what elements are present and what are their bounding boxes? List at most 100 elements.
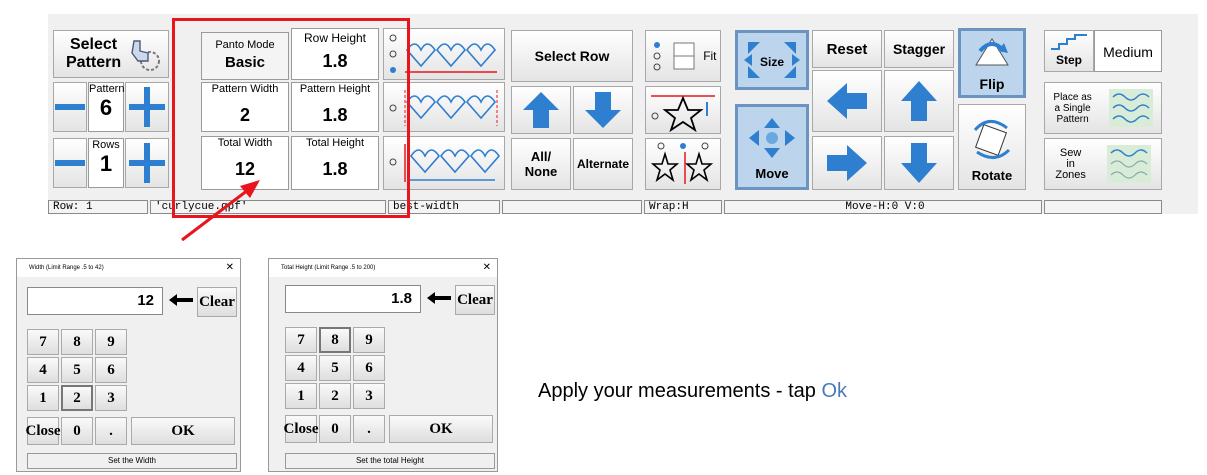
reset-label: Reset xyxy=(826,40,868,58)
status-move: Move-H:0 V:0 xyxy=(724,200,1042,214)
key-1[interactable]: 1 xyxy=(27,385,59,411)
key-decimal[interactable]: . xyxy=(353,415,385,443)
arrow-left-icon xyxy=(827,83,867,119)
linked-pattern-icon xyxy=(1108,89,1153,127)
fit-option[interactable]: Fit xyxy=(645,30,721,82)
status-row: Row: 1 xyxy=(48,200,148,214)
star-pair-icon xyxy=(650,142,714,184)
key-8[interactable]: 8 xyxy=(319,327,351,353)
patterns-increase-button[interactable] xyxy=(125,82,169,132)
key-2[interactable]: 2 xyxy=(61,385,93,411)
arrow-down-icon xyxy=(901,143,937,183)
key-4[interactable]: 4 xyxy=(285,355,317,381)
height-dialog-hint: Set the total Height xyxy=(285,453,495,469)
key-3[interactable]: 3 xyxy=(95,385,127,411)
key-4[interactable]: 4 xyxy=(27,357,59,383)
minus-icon xyxy=(55,160,85,166)
status-empty-1 xyxy=(502,200,642,214)
select-pattern-button[interactable]: Select Pattern xyxy=(53,30,169,78)
backspace-icon[interactable] xyxy=(167,293,195,312)
place-single-label: Place as a Single Pattern xyxy=(1053,91,1092,125)
move-left-button[interactable] xyxy=(812,70,882,132)
ok-link[interactable]: Ok xyxy=(821,380,847,402)
key-5[interactable]: 5 xyxy=(61,357,93,383)
move-label: Move xyxy=(755,166,789,181)
fit-label: Fit xyxy=(703,49,717,63)
move-right-button[interactable] xyxy=(812,136,882,190)
width-dialog-hint: Set the Width xyxy=(27,453,237,469)
key-3[interactable]: 3 xyxy=(353,383,385,409)
rotate-label: Rotate xyxy=(971,168,1013,183)
patterns-decrease-button[interactable] xyxy=(53,82,87,132)
star-align-icon xyxy=(651,95,715,132)
width-dialog-title: Width (Limit Range .5 to 42) xyxy=(17,259,240,277)
flip-button[interactable]: Flip xyxy=(958,28,1026,98)
flip-label: Flip xyxy=(979,75,1005,92)
key-8[interactable]: 8 xyxy=(61,329,93,355)
move-down-button[interactable] xyxy=(884,136,954,190)
height-dialog-title: Total Height (Limit Range .5 to 200) xyxy=(269,259,497,277)
stagger-button[interactable]: Stagger xyxy=(884,30,954,68)
close-icon[interactable]: ✕ xyxy=(483,262,491,273)
height-display[interactable]: 1.8 xyxy=(285,285,421,313)
key-6[interactable]: 6 xyxy=(95,357,127,383)
rows-increase-button[interactable] xyxy=(125,138,169,188)
key-0[interactable]: 0 xyxy=(61,417,93,445)
medium-field[interactable]: Medium xyxy=(1094,30,1162,72)
medium-label: Medium xyxy=(1103,44,1153,60)
close-icon[interactable]: ✕ xyxy=(226,262,234,273)
sew-in-zones-button[interactable]: Sew in Zones xyxy=(1044,138,1162,190)
alternate-button[interactable]: Alternate xyxy=(573,138,633,190)
key-decimal[interactable]: . xyxy=(95,417,127,445)
pointer-hand-icon xyxy=(131,40,160,71)
step-label: Step xyxy=(1055,53,1082,67)
rows-field[interactable]: Rows 1 xyxy=(88,138,124,188)
key-7[interactable]: 7 xyxy=(27,329,59,355)
plus-icon xyxy=(129,87,165,127)
key-1[interactable]: 1 xyxy=(285,383,317,409)
key-5[interactable]: 5 xyxy=(319,355,351,381)
status-empty-2 xyxy=(1044,200,1162,214)
key-7[interactable]: 7 xyxy=(285,327,317,353)
ok-button[interactable]: OK xyxy=(131,417,235,445)
select-row-button[interactable]: Select Row xyxy=(511,30,633,82)
size-label: Size xyxy=(759,55,784,69)
star-align-option[interactable] xyxy=(645,86,721,134)
patterns-field[interactable]: Patterns 6 xyxy=(88,82,130,132)
plus-icon xyxy=(129,143,165,183)
instruction-caption: Apply your measurements - tap Ok xyxy=(538,380,1038,403)
key-9[interactable]: 9 xyxy=(353,327,385,353)
all-none-button[interactable]: All/ None xyxy=(511,138,571,190)
clear-button[interactable]: Clear xyxy=(455,285,495,315)
key-9[interactable]: 9 xyxy=(95,329,127,355)
clear-button[interactable]: Clear xyxy=(197,287,237,317)
rotate-button[interactable]: Rotate xyxy=(958,104,1026,190)
move-up-button[interactable] xyxy=(884,70,954,132)
all-none-label: All/ None xyxy=(524,149,558,179)
place-single-pattern-button[interactable]: Place as a Single Pattern xyxy=(1044,82,1162,134)
ok-button[interactable]: OK xyxy=(389,415,493,443)
step-button[interactable]: Step xyxy=(1044,30,1094,72)
step-icon xyxy=(1051,34,1087,50)
close-button[interactable]: Close xyxy=(284,415,319,443)
rows-decrease-button[interactable] xyxy=(53,138,87,188)
instruction-text: Apply your measurements - tap xyxy=(538,380,822,402)
total-height-dialog: Total Height (Limit Range .5 to 200) ✕ 1… xyxy=(268,258,498,472)
move-button[interactable]: Move xyxy=(735,104,809,190)
size-button[interactable]: Size xyxy=(735,30,809,90)
rows-label: Rows xyxy=(92,139,120,151)
width-display[interactable]: 12 xyxy=(27,287,163,315)
zone-pattern-icon xyxy=(1106,145,1151,183)
fit-box-icon xyxy=(673,42,695,70)
key-6[interactable]: 6 xyxy=(353,355,385,381)
backspace-icon[interactable] xyxy=(425,291,453,310)
status-wrap: Wrap:H xyxy=(644,200,722,214)
reset-button[interactable]: Reset xyxy=(812,30,882,68)
star-pair-option[interactable] xyxy=(645,138,721,190)
patterns-value: 6 xyxy=(99,95,113,120)
close-button[interactable]: Close xyxy=(26,417,61,445)
row-down-button[interactable] xyxy=(573,86,633,134)
key-0[interactable]: 0 xyxy=(319,415,351,443)
key-2[interactable]: 2 xyxy=(319,383,351,409)
row-up-button[interactable] xyxy=(511,86,571,134)
